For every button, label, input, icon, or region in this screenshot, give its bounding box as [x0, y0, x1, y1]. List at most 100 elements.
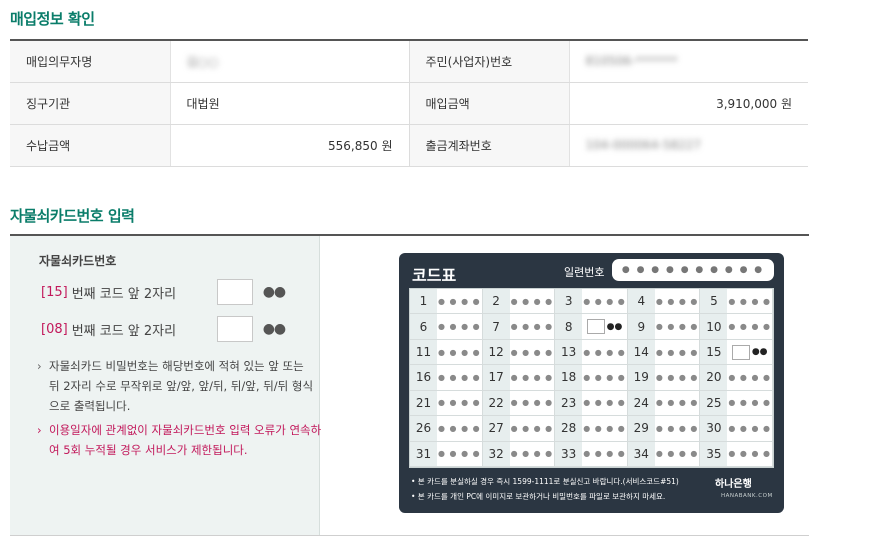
code-cell: 14 ● ● ● ●: [627, 339, 701, 366]
code-cell-number: 22: [482, 390, 510, 416]
code-cell-number: 28: [555, 416, 583, 441]
code-cell-value: ● ● ● ●: [655, 347, 699, 357]
code-cell-number: 23: [555, 390, 583, 416]
masked-value: 김○○: [186, 54, 219, 69]
code-instruction: 번째 코드 앞 2자리: [71, 286, 177, 302]
code-cell: 31 ● ● ● ●: [410, 441, 483, 467]
section-title-purchase-info: 매입정보 확인: [10, 10, 95, 28]
code-cell-value: ● ● ● ●: [510, 398, 554, 408]
code-cell-value: ● ● ● ●: [583, 449, 626, 459]
value-payer-name: 김○○: [169, 39, 409, 83]
code-cell: 32 ● ● ● ●: [482, 441, 556, 467]
serial-label: 일련번호: [564, 266, 605, 279]
value-purchase-amount: 3,910,000 원: [568, 82, 808, 125]
code-cell-number: 14: [627, 339, 655, 365]
notice-password-format: 자물쇠카드 비밀번호는 해당번호에 적혀 있는 앞 또는 뒤 2자리 수로 무작…: [37, 356, 317, 416]
code-cell: 27 ● ● ● ●: [482, 416, 556, 442]
label-payment-amount: 수납금액: [10, 124, 170, 167]
code-cell-value: ● ● ● ●: [728, 398, 771, 408]
code-cell: 12 ● ● ● ●: [482, 339, 556, 366]
code-cell-value: ● ● ● ●: [728, 296, 771, 306]
code-cell-value: ● ● ● ●: [728, 449, 771, 459]
code-cell: 20 ● ● ● ●: [700, 365, 773, 391]
code-card: 코드표 일련번호 ● ● ● ● ● ● ● ● ● ● 1 ● ● ● ● 2 ● …: [399, 253, 784, 513]
code-cell: 17 ● ● ● ●: [482, 365, 556, 391]
code-cell: 7 ● ● ● ●: [482, 314, 556, 340]
code-cell: 8 ●●: [555, 314, 628, 340]
value-withdraw-account: 104-000064-58227: [568, 124, 808, 167]
code-cell: 9 ● ● ● ●: [627, 314, 701, 340]
label-payer-name: 매입의무자명: [10, 39, 170, 83]
label-agency: 징구기관: [10, 82, 170, 125]
lock-card-label: 자물쇠카드번호: [39, 254, 117, 268]
code-cell-value: ● ● ● ●: [510, 347, 554, 357]
code-cell-value: ● ● ● ●: [655, 296, 699, 306]
table-row: 징구기관 대법원 매입금액 3,910,000 원: [10, 82, 808, 125]
code-cell-number: 1: [410, 289, 437, 314]
code-cell-number: 15: [700, 339, 728, 365]
code-cell-number: 6: [410, 314, 437, 339]
code-instruction: 번째 코드 앞 2자리: [71, 323, 177, 339]
code-cell: 18 ● ● ● ●: [555, 365, 628, 391]
section-title-lock-card: 자물쇠카드번호 입력: [10, 207, 135, 225]
code-cell-number: 8: [555, 314, 583, 339]
code-cell-number: 12: [482, 339, 510, 365]
code-input-row-1: [15] 번째 코드 앞 2자리 ●●: [41, 279, 286, 305]
label-withdraw-account: 출금계좌번호: [408, 124, 569, 167]
code-input-2[interactable]: [216, 316, 253, 342]
code-cell: 11 ● ● ● ●: [410, 339, 483, 366]
code-cell-number: 30: [700, 416, 728, 441]
code-cell-number: 33: [555, 441, 583, 466]
code-cell-value: ● ● ● ●: [438, 423, 481, 433]
code-cell: 29 ● ● ● ●: [627, 416, 701, 442]
code-cell-number: 27: [482, 416, 510, 441]
masked-dots: ●●: [262, 321, 286, 337]
code-cell: 4 ● ● ● ●: [627, 289, 701, 315]
code-cell-number: 32: [482, 441, 510, 466]
code-cell: 25 ● ● ● ●: [700, 390, 773, 417]
code-cell-value: ● ● ● ●: [438, 398, 481, 408]
highlight-dots: ●●: [606, 321, 623, 332]
code-cell: 21 ● ● ● ●: [410, 390, 483, 417]
code-cell-number: 24: [627, 390, 655, 416]
code-cell-number: 9: [627, 314, 655, 339]
label-purchase-amount: 매입금액: [408, 82, 569, 125]
code-cell: 23 ● ● ● ●: [555, 390, 628, 417]
code-cell-number: 2: [482, 289, 510, 314]
code-cell-number: 31: [410, 441, 437, 466]
code-cell-value: ● ● ● ●: [583, 398, 626, 408]
code-input-1[interactable]: [216, 279, 253, 305]
code-cell-number: 7: [482, 314, 510, 339]
code-cell-number: 20: [700, 365, 728, 390]
bank-logo: 하나은행: [715, 479, 752, 490]
code-grid: 1 ● ● ● ● 2 ● ● ● ● 3 ● ● ● ● 4 ● ● ● ● 5 ● ● ● ●…: [409, 288, 774, 468]
code-cell-value: ● ● ● ●: [655, 449, 699, 459]
card-title: 코드표: [412, 266, 457, 285]
purchase-info-table: 매입의무자명 김○○ 주민(사업자)번호 810506-******* 징구기관…: [10, 39, 808, 167]
code-cell-number: 26: [410, 416, 437, 441]
code-cell-value: ● ● ● ●: [438, 322, 481, 332]
code-cell-value: ● ● ● ●: [510, 322, 554, 332]
code-cell-value: ●●: [582, 319, 627, 335]
code-cell: 10 ● ● ● ●: [700, 314, 773, 340]
code-cell-value: ● ● ● ●: [728, 322, 771, 332]
code-cell-value: ● ● ● ●: [510, 372, 554, 382]
code-index: [15]: [41, 284, 68, 300]
code-cell-value: ● ● ● ●: [655, 423, 699, 433]
code-index: [08]: [41, 321, 68, 337]
code-cell-number: 25: [700, 390, 728, 416]
value-agency: 대법원: [169, 82, 409, 125]
code-cell-value: ● ● ● ●: [438, 449, 481, 459]
code-cell: 15 ●●: [700, 339, 773, 366]
code-cell: 26 ● ● ● ●: [410, 416, 483, 442]
code-cell-value: ● ● ● ●: [583, 372, 626, 382]
table-row: 수납금액 556,850 원 출금계좌번호 104-000064-58227: [10, 124, 808, 167]
bank-logo-url: HANABANK.COM: [721, 493, 773, 499]
masked-value: 104-000064-58227: [585, 138, 702, 152]
notice-error-limit: 이용일자에 관계없이 자물쇠카드번호 입력 오류가 연속하여 5회 누적될 경우…: [37, 420, 322, 460]
code-cell-value: ● ● ● ●: [438, 347, 481, 357]
code-cell-value: ● ● ● ●: [583, 423, 626, 433]
code-cell-number: 19: [627, 365, 655, 390]
code-cell: 33 ● ● ● ●: [555, 441, 628, 467]
code-cell-number: 34: [627, 441, 655, 466]
